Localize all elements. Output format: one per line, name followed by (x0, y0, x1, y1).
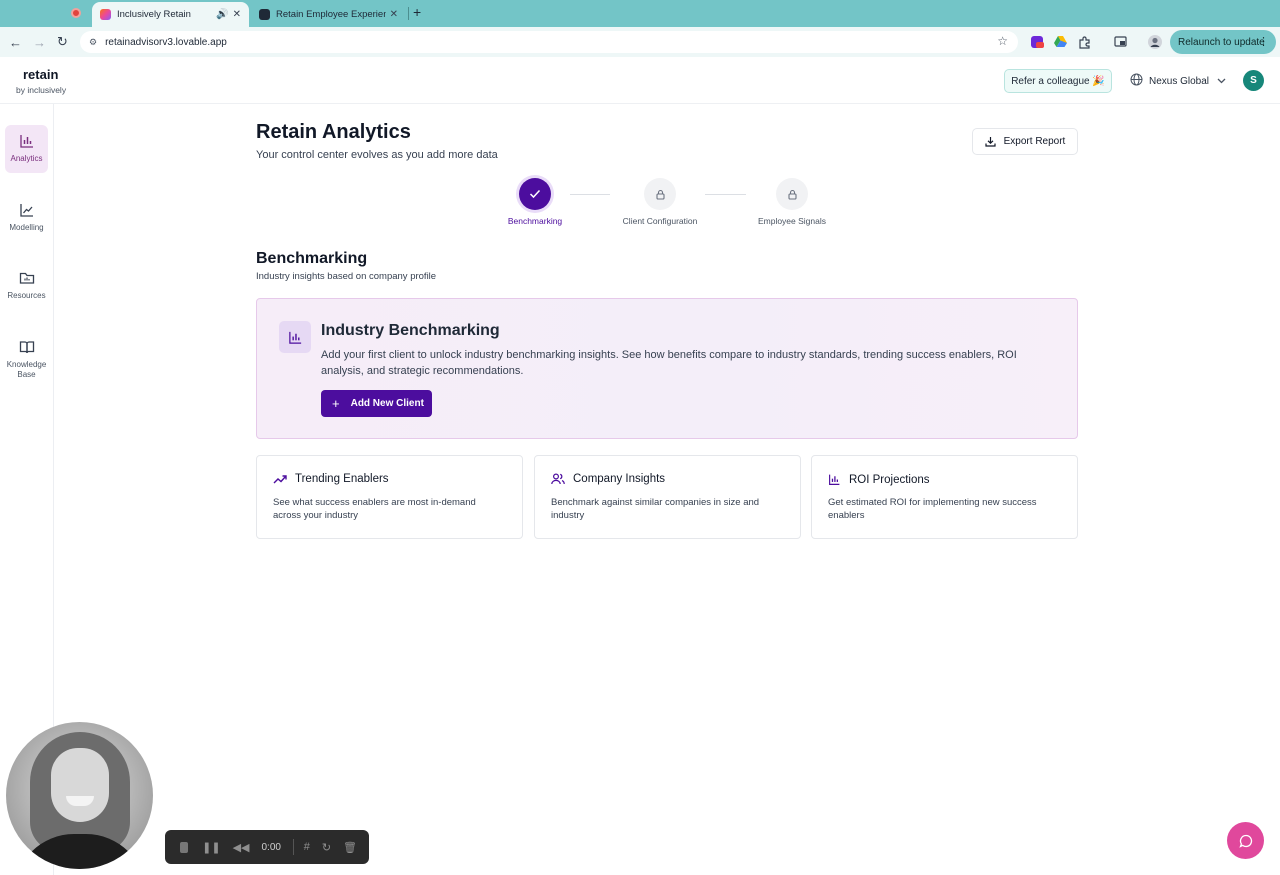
relaunch-button[interactable]: Relaunch to update ⋮ (1170, 30, 1276, 54)
step-label-client-configuration: Client Configuration (622, 216, 698, 226)
feature-card-company-insights[interactable]: Company Insights Benchmark against simil… (534, 455, 801, 539)
refer-colleague-button[interactable]: Refer a colleague 🎉 (1004, 69, 1112, 93)
tab-divider (408, 7, 409, 20)
feature-card-trending-enablers[interactable]: Trending Enablers See what success enabl… (256, 455, 523, 539)
back-icon[interactable]: ← (9, 35, 22, 50)
reload-icon[interactable]: ↻ (57, 34, 68, 50)
feature-description: See what success enablers are most in-de… (273, 497, 476, 521)
check-icon (529, 189, 541, 199)
close-tab-icon[interactable]: ✕ (390, 9, 398, 20)
book-icon (19, 341, 34, 354)
pause-icon[interactable]: ❚❚ (202, 841, 220, 854)
webcam-overlay (6, 722, 153, 869)
tab-title: Inclusively Retain (117, 9, 191, 20)
tab-inclusively-retain[interactable]: Inclusively Retain 🔊 ✕ (92, 2, 249, 27)
step-label-benchmarking: Benchmarking (507, 216, 563, 226)
organization-selector[interactable]: Nexus Global (1130, 73, 1226, 89)
line-chart-icon (19, 204, 33, 217)
browser-menu-icon[interactable]: ⋮ (1258, 35, 1269, 48)
page-subtitle: Your control center evolves as you add m… (256, 149, 498, 161)
step-employee-signals[interactable] (776, 178, 808, 210)
step-connector (705, 194, 746, 195)
stop-recording-icon[interactable] (180, 841, 189, 853)
lock-icon (655, 189, 665, 200)
forward-icon[interactable]: → (33, 35, 46, 50)
sidebar-item-modelling[interactable]: Modelling (5, 194, 48, 242)
feature-card-roi-projections[interactable]: ROI Projections Get estimated ROI for im… (811, 455, 1078, 539)
profile-avatar-icon[interactable] (1148, 35, 1162, 49)
organization-name: Nexus Global (1149, 75, 1210, 87)
feature-title: Trending Enablers (295, 473, 389, 485)
bookmark-star-icon[interactable]: ☆ (997, 34, 1008, 48)
section-subtitle: Industry insights based on company profi… (256, 271, 437, 282)
new-tab-icon[interactable]: + (413, 4, 421, 20)
industry-benchmarking-card: Industry Benchmarking Add your first cli… (256, 298, 1078, 439)
sidebar-item-label: Resources (7, 291, 46, 300)
trash-icon[interactable]: 🗑 (343, 841, 357, 854)
feature-description: Get estimated ROI for implementing new s… (828, 497, 1037, 521)
sidebar-item-label: Knowledge Base (6, 360, 47, 379)
feature-title: Company Insights (573, 473, 666, 485)
add-new-client-label: Add New Client (350, 398, 424, 409)
site-info-icon[interactable]: ⚙ (89, 37, 97, 48)
url-text: retainadvisorv3.lovable.app (105, 36, 227, 48)
section-title: Benchmarking (256, 250, 368, 267)
address-bar[interactable]: ⚙ retainadvisorv3.lovable.app ☆ (80, 31, 1018, 53)
chat-icon (1238, 834, 1252, 848)
step-connector (570, 194, 610, 195)
recording-timer: 0:00 (261, 841, 281, 853)
tab-title: Retain Employee Experience (276, 9, 386, 20)
sidebar-item-label: Analytics (10, 154, 43, 163)
brand-tagline: by inclusively (16, 85, 67, 95)
folder-icon (19, 272, 34, 284)
recording-indicator-icon (71, 8, 81, 18)
feature-title: ROI Projections (849, 473, 930, 486)
lovable-favicon-icon (100, 9, 111, 20)
export-report-label: Export Report (1003, 136, 1066, 147)
trending-up-icon (273, 475, 287, 484)
sidebar-item-knowledge-base[interactable]: Knowledge Base (5, 331, 48, 387)
chat-support-button[interactable] (1227, 822, 1264, 859)
grid-icon[interactable]: # (304, 841, 310, 853)
extensions-puzzle-icon[interactable] (1077, 35, 1091, 49)
rewind-icon[interactable]: ◀◀ (233, 841, 250, 854)
browser-tab-bar: Inclusively Retain 🔊 ✕ Retain Employee E… (0, 0, 1280, 27)
plus-icon: + (332, 396, 340, 411)
extension-badge-icon[interactable] (1030, 35, 1044, 49)
recording-toolbar: ❚❚ ◀◀ 0:00 # ↻ 🗑 (165, 830, 369, 864)
relaunch-label: Relaunch to update (1178, 36, 1265, 48)
speaker-icon[interactable]: 🔊 (216, 9, 228, 20)
card-title: Industry Benchmarking (321, 322, 500, 339)
app-header: retain by inclusively Refer a colleague … (0, 57, 1280, 104)
lock-icon (787, 189, 797, 200)
step-label-employee-signals: Employee Signals (757, 216, 827, 226)
drive-icon[interactable] (1053, 35, 1067, 49)
sidebar-item-label: Modelling (9, 223, 44, 232)
feature-description: Benchmark against similar companies in s… (551, 497, 760, 521)
site-favicon-icon (259, 9, 270, 20)
step-benchmarking[interactable] (519, 178, 551, 210)
step-client-configuration[interactable] (644, 178, 676, 210)
card-description: Add your first client to unlock industry… (321, 349, 1017, 377)
tab-retain-employee-experience[interactable]: Retain Employee Experience ✕ (251, 2, 406, 27)
chevron-down-icon (1217, 76, 1226, 86)
sidebar-item-resources[interactable]: Resources (5, 262, 48, 310)
restart-icon[interactable]: ↻ (322, 841, 331, 854)
page-title: Retain Analytics (256, 121, 411, 143)
bar-chart-icon (19, 135, 33, 148)
bar-chart-icon (279, 321, 311, 353)
recorder-divider (292, 839, 294, 855)
users-icon (551, 473, 565, 485)
add-new-client-button[interactable]: + Add New Client (321, 390, 432, 417)
bar-chart-icon (829, 474, 840, 485)
close-tab-icon[interactable]: ✕ (233, 9, 241, 20)
export-report-button[interactable]: Export Report (972, 128, 1078, 155)
brand-name[interactable]: retain (23, 67, 58, 82)
user-avatar[interactable]: S (1243, 70, 1264, 91)
cast-icon[interactable] (1113, 35, 1127, 49)
sidebar-item-analytics[interactable]: Analytics (5, 125, 48, 173)
download-icon (985, 137, 996, 147)
globe-icon (1130, 73, 1143, 89)
